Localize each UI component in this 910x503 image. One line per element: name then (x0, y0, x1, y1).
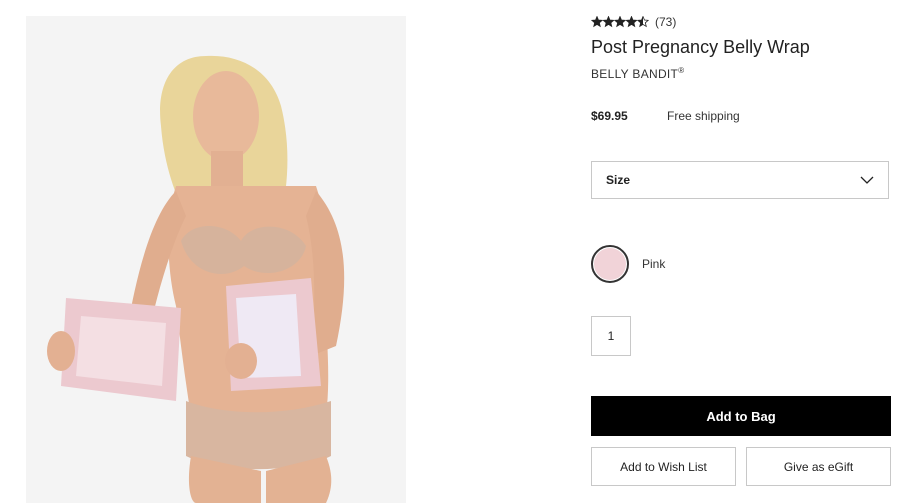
star-icon (636, 16, 649, 28)
star-icon (613, 16, 627, 28)
chevron-down-icon (860, 176, 874, 184)
product-title: Post Pregnancy Belly Wrap (591, 37, 810, 57)
color-swatch-pink[interactable] (591, 245, 629, 283)
quantity-field[interactable]: 1 (591, 316, 631, 356)
review-count[interactable]: (73) (655, 15, 676, 29)
star-rating-icon (591, 16, 649, 28)
star-icon (625, 16, 638, 28)
brand-label: BELLY BANDIT (591, 67, 679, 81)
color-name: Pink (642, 257, 666, 271)
star-icon (602, 16, 615, 28)
star-icon (591, 16, 604, 28)
brand-registered-mark: ® (678, 66, 685, 75)
price: $69.95 (591, 109, 628, 123)
color-selector: Pink (591, 245, 665, 283)
brand-name[interactable]: BELLY BANDIT® (591, 66, 684, 81)
size-dropdown[interactable]: Size (591, 161, 889, 199)
rating[interactable]: (73) (591, 15, 676, 29)
give-as-egift-button[interactable]: Give as eGift (746, 447, 891, 486)
add-to-wish-list-button[interactable]: Add to Wish List (591, 447, 736, 486)
shipping-info: Free shipping (667, 109, 740, 123)
add-to-bag-button[interactable]: Add to Bag (591, 396, 891, 436)
product-image[interactable] (26, 16, 406, 503)
swatch-fill (594, 248, 626, 280)
size-dropdown-label: Size (606, 173, 631, 187)
